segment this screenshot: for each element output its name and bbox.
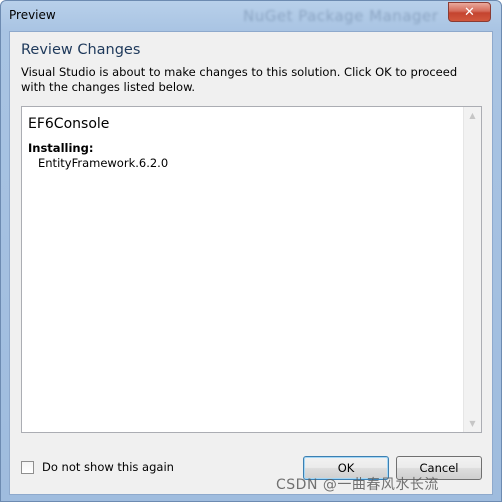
dialog-description: Visual Studio is about to make changes t… [21,65,458,94]
package-item: EntityFramework.6.2.0 [38,156,169,170]
window-title: Preview [9,8,56,22]
dialog-heading: Review Changes [21,42,141,58]
scroll-down-arrow-icon[interactable]: ▼ [464,415,481,432]
installing-label: Installing: [28,141,94,155]
preview-dialog-window: Preview NuGet Package Manager ✕ Review C… [0,0,502,502]
dialog-client-area: Review Changes Visual Studio is about to… [9,31,493,495]
background-window-title: NuGet Package Manager [243,7,439,25]
do-not-show-again-checkbox[interactable] [21,460,34,474]
project-name: EF6Console [28,116,110,132]
close-button[interactable]: ✕ [448,2,491,22]
watermark: CSDN @一曲春风水长流 [276,477,439,493]
scroll-up-arrow-icon[interactable]: ▲ [464,107,481,124]
close-icon: ✕ [464,4,475,20]
do-not-show-again-label[interactable]: Do not show this again [42,460,174,474]
vertical-scrollbar[interactable]: ▲ ▼ [463,107,481,432]
title-bar[interactable]: Preview NuGet Package Manager ✕ [1,1,501,31]
changes-list-box[interactable]: EF6Console Installing: EntityFramework.6… [21,106,482,433]
do-not-show-again-option[interactable]: Do not show this again [21,460,174,474]
